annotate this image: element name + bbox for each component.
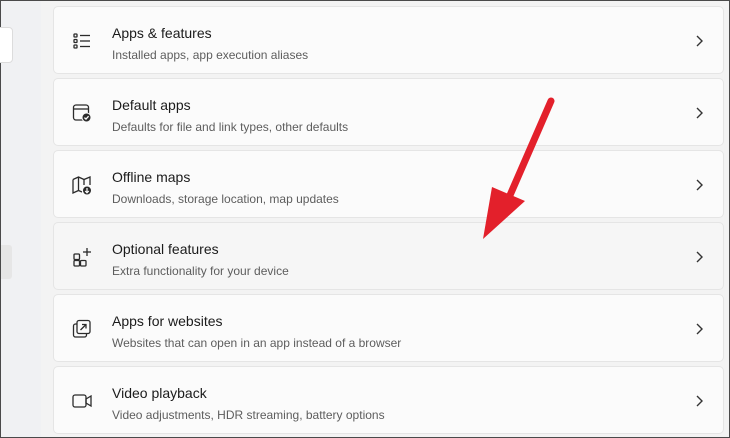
settings-item-title: Video playback — [112, 385, 207, 401]
chevron-right-icon — [693, 178, 705, 192]
settings-item-default-apps[interactable]: Default apps Defaults for file and link … — [53, 78, 724, 146]
settings-item-title: Apps for websites — [112, 313, 223, 329]
list-icon — [71, 30, 93, 52]
chevron-right-icon — [693, 34, 705, 48]
settings-item-optional-features[interactable]: Optional features Extra functionality fo… — [53, 222, 724, 290]
settings-item-subtitle: Video adjustments, HDR streaming, batter… — [112, 408, 385, 422]
nav-selected-indicator — [1, 245, 12, 279]
navigation-pane — [0, 1, 41, 437]
settings-item-video-playback[interactable]: Video playback Video adjustments, HDR st… — [53, 366, 724, 434]
default-apps-icon — [71, 102, 93, 124]
settings-item-subtitle: Extra functionality for your device — [112, 264, 289, 278]
settings-item-subtitle: Websites that can open in an app instead… — [112, 336, 402, 350]
settings-item-subtitle: Downloads, storage location, map updates — [112, 192, 339, 206]
chevron-right-icon — [693, 322, 705, 336]
external-open-icon — [71, 318, 93, 340]
settings-item-subtitle: Installed apps, app execution aliases — [112, 48, 309, 62]
grid-plus-icon — [71, 246, 93, 268]
settings-item-title: Default apps — [112, 97, 191, 113]
settings-item-title: Optional features — [112, 241, 219, 257]
search-box-edge[interactable] — [0, 27, 13, 63]
settings-item-title: Apps & features — [112, 25, 212, 41]
chevron-right-icon — [693, 106, 705, 120]
chevron-right-icon — [693, 394, 705, 408]
video-camera-icon — [71, 390, 93, 412]
map-download-icon — [71, 174, 93, 196]
settings-item-title: Offline maps — [112, 169, 191, 185]
chevron-right-icon — [693, 250, 705, 264]
settings-item-offline-maps[interactable]: Offline maps Downloads, storage location… — [53, 150, 724, 218]
settings-item-subtitle: Defaults for file and link types, other … — [112, 120, 349, 134]
settings-item-apps-for-websites[interactable]: Apps for websites Websites that can open… — [53, 294, 724, 362]
settings-item-apps-features[interactable]: Apps & features Installed apps, app exec… — [53, 6, 724, 74]
